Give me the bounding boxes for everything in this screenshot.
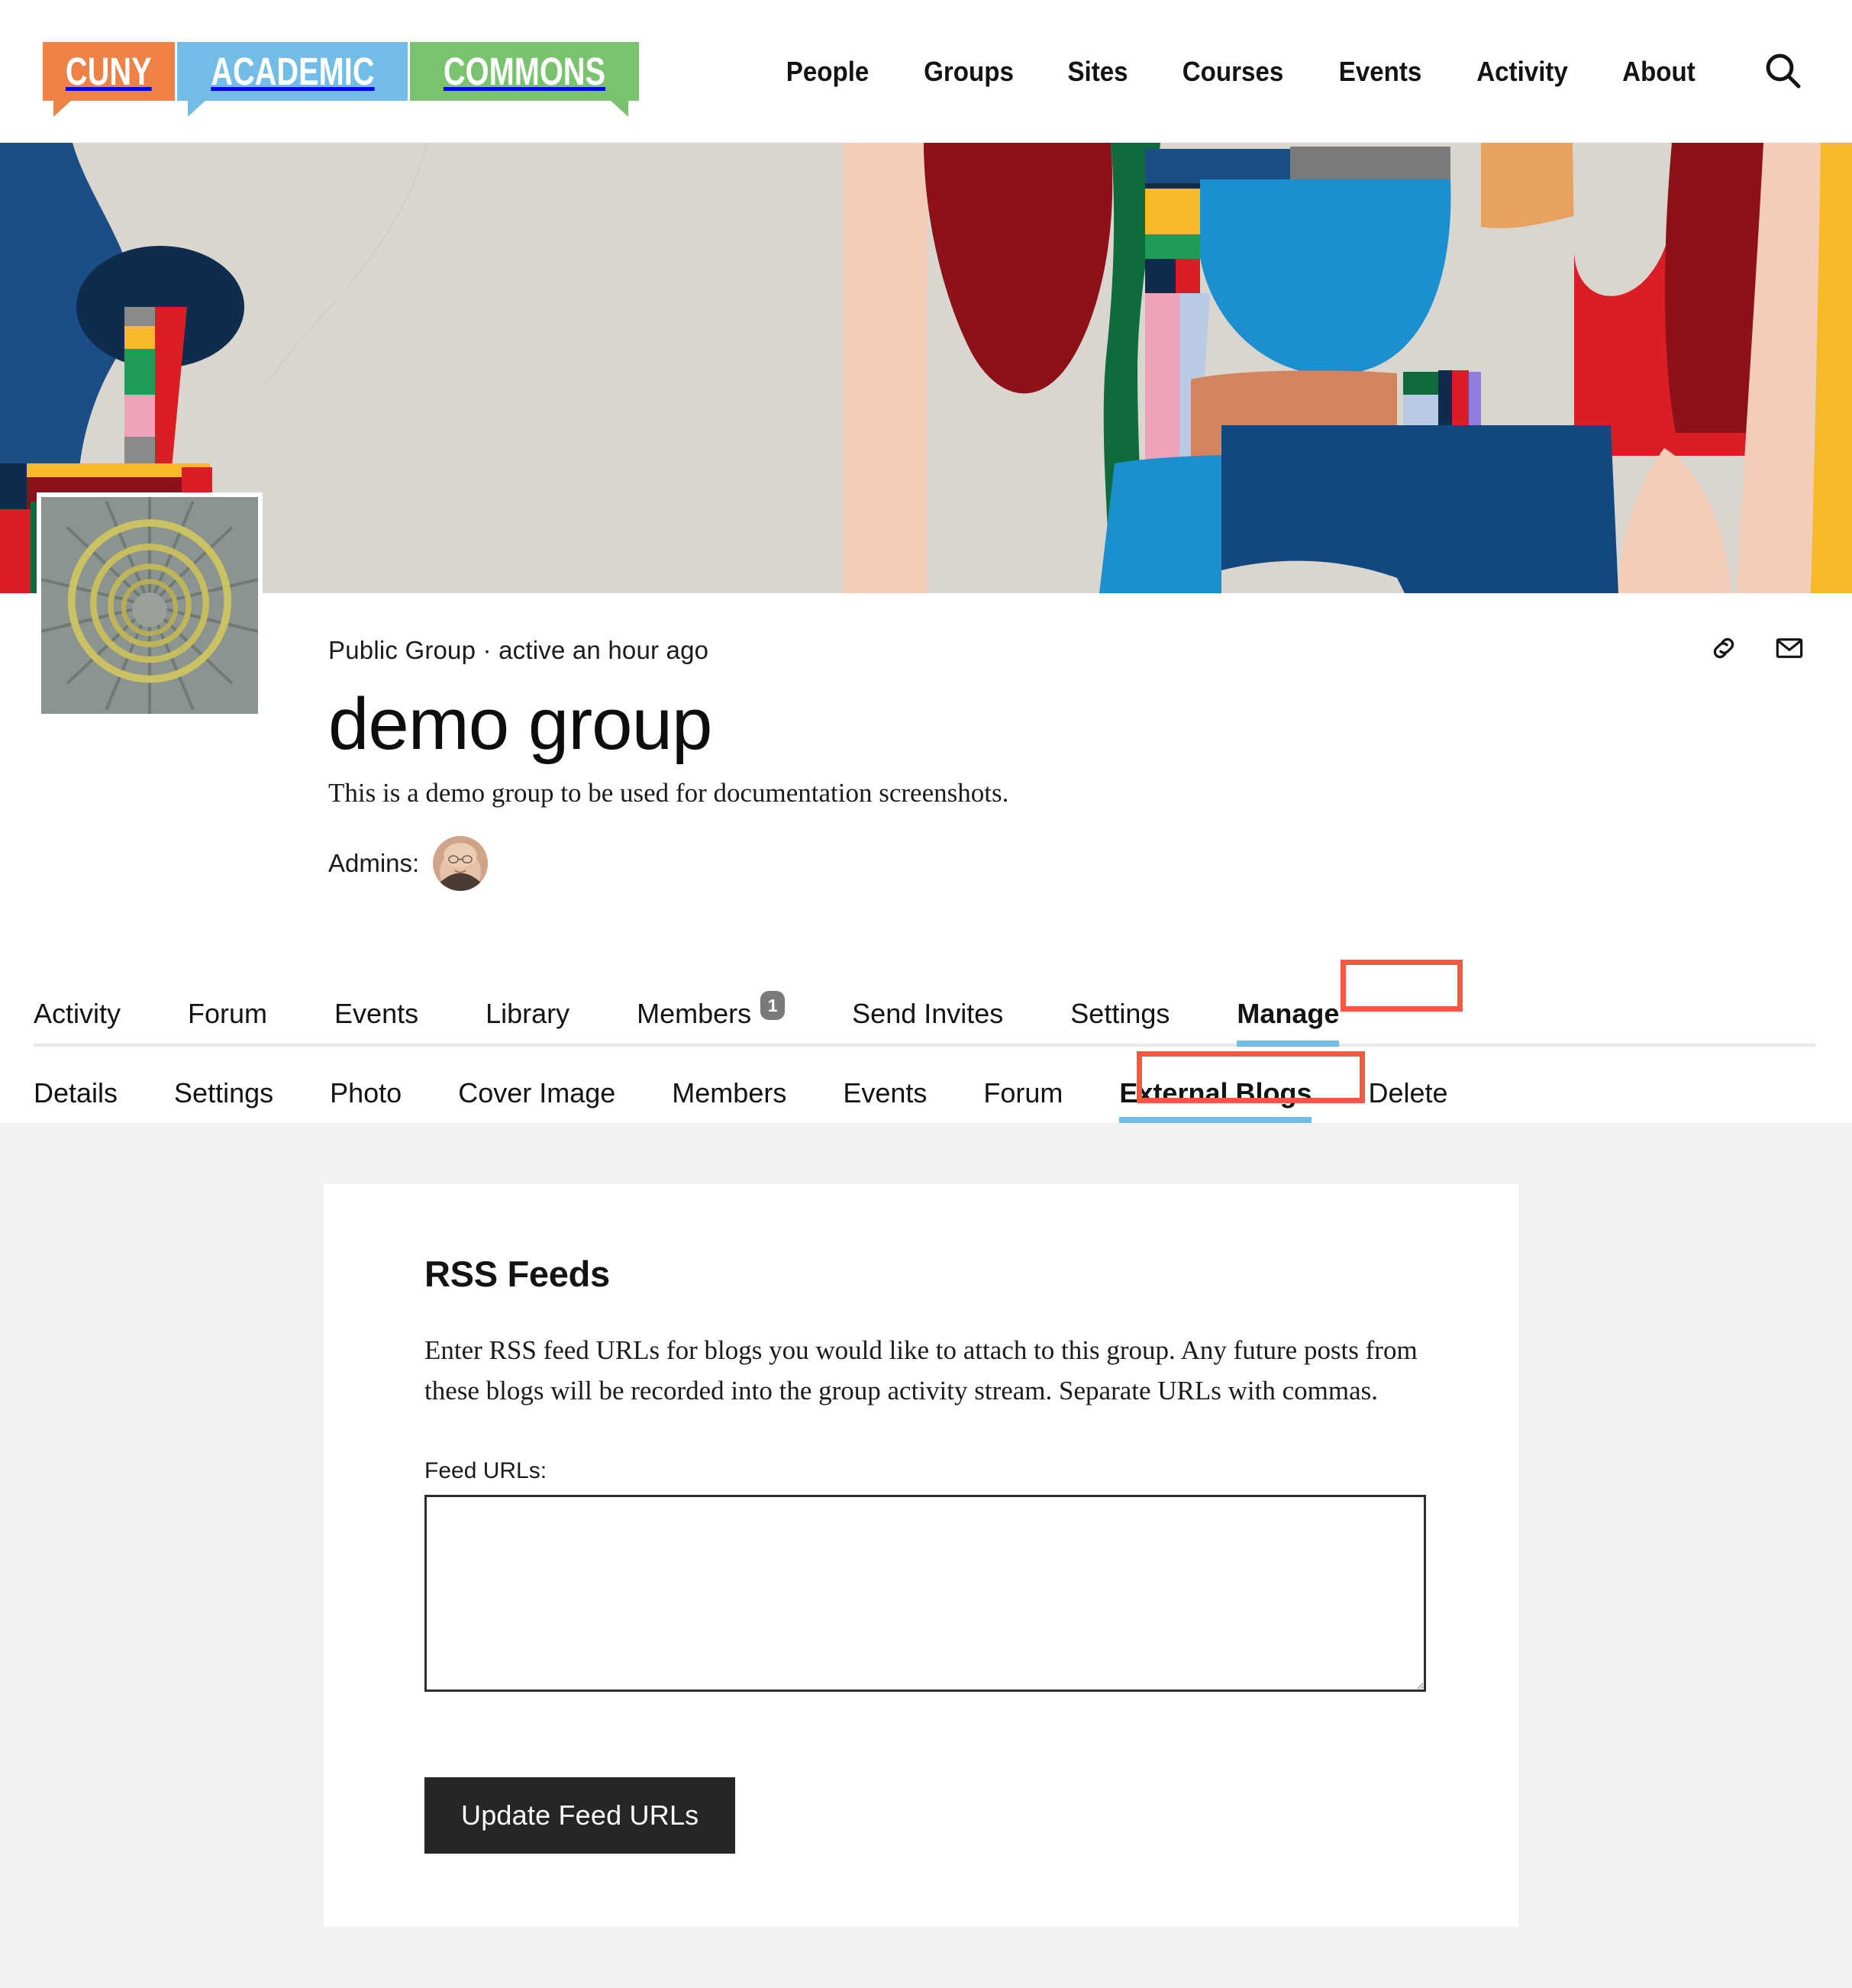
subtab-cover-image[interactable]: Cover Image [458,1077,615,1123]
page-root: CUNY ACADEMIC COMMONS People Groups Site… [0,0,1852,1988]
envelope-icon [1774,633,1805,666]
subtab-events[interactable]: Events [843,1077,927,1123]
logo-part-academic: ACADEMIC [176,42,408,117]
copy-link-button[interactable] [1708,633,1739,666]
tab-library[interactable]: Library [486,998,569,1047]
spiral-staircase-image [41,497,258,714]
group-description: This is a demo group to be used for docu… [328,777,1009,808]
tab-send-invites[interactable]: Send Invites [852,998,1003,1047]
main-content: RSS Feeds Enter RSS feed URLs for blogs … [0,1123,1852,1988]
tab-manage[interactable]: Manage [1237,998,1340,1047]
tab-members-label: Members [637,998,752,1029]
nav-item-groups[interactable]: Groups [902,56,1035,88]
logo-text-commons: COMMONS [444,50,606,93]
logo-part-cuny: CUNY [43,42,175,117]
logo-tail-commons [610,100,629,117]
logo-part-commons: COMMONS [410,42,640,117]
tab-forum[interactable]: Forum [188,998,267,1047]
site-logo[interactable]: CUNY ACADEMIC COMMONS [43,42,640,117]
site-header: CUNY ACADEMIC COMMONS People Groups Site… [0,0,1852,143]
logo-tail-cuny [53,100,72,117]
subtab-members[interactable]: Members [672,1077,786,1123]
logo-text-cuny: CUNY [65,50,152,93]
group-manage-subtabs: Details Settings Photo Cover Image Membe… [0,1047,1852,1123]
panel-description: Enter RSS feed URLs for blogs you would … [424,1335,1418,1406]
admins-row: Admins: [328,835,1852,891]
subtab-photo[interactable]: Photo [330,1077,402,1123]
group-cover-image [0,143,1852,593]
page-title: demo group [328,683,712,765]
nav-item-sites[interactable]: Sites [1046,56,1150,88]
group-meta: Public Group · active an hour ago demo g… [0,593,1852,891]
group-status-line: Public Group · active an hour ago [328,636,709,664]
tab-members[interactable]: Members 1 [637,991,786,1047]
search-icon [1761,49,1804,94]
nav-item-events[interactable]: Events [1317,56,1444,88]
subtab-details[interactable]: Details [34,1077,118,1123]
admin-photo [433,835,489,891]
group-primary-tabs: Activity Forum Events Library Members 1 S… [0,960,1852,1047]
feed-urls-input[interactable] [424,1495,1426,1693]
group-header: Public Group · active an hour ago demo g… [0,492,1852,972]
rss-feeds-panel: RSS Feeds Enter RSS feed URLs for blogs … [324,1184,1518,1928]
group-avatar[interactable] [37,492,263,718]
subtab-forum[interactable]: Forum [983,1077,1063,1123]
nav-item-about[interactable]: About [1601,56,1718,88]
panel-heading: RSS Feeds [424,1254,610,1294]
logo-tail-academic [187,100,206,117]
feed-urls-label: Feed URLs: [424,1458,547,1484]
email-button[interactable] [1774,633,1805,666]
nav-item-courses[interactable]: Courses [1160,56,1305,88]
search-button[interactable] [1759,48,1806,95]
members-count-badge: 1 [760,991,786,1020]
logo-text-academic: ACADEMIC [210,50,375,93]
nav-item-activity[interactable]: Activity [1455,56,1590,88]
main-navigation: People Groups Sites Courses Events Activ… [759,48,1812,95]
tab-events[interactable]: Events [334,998,418,1047]
subtab-settings[interactable]: Settings [174,1077,273,1123]
nav-item-people[interactable]: People [764,56,891,88]
avatar[interactable] [433,835,489,891]
update-feed-urls-button[interactable]: Update Feed URLs [424,1777,736,1854]
cover-artwork [0,143,1852,593]
link-icon [1708,633,1739,666]
tab-settings[interactable]: Settings [1070,998,1170,1047]
subtab-delete[interactable]: Delete [1368,1077,1447,1123]
tab-activity[interactable]: Activity [34,998,121,1047]
subtab-external-blogs[interactable]: External Blogs [1119,1077,1312,1123]
group-action-icons [1708,633,1805,666]
admins-label: Admins: [328,848,420,877]
